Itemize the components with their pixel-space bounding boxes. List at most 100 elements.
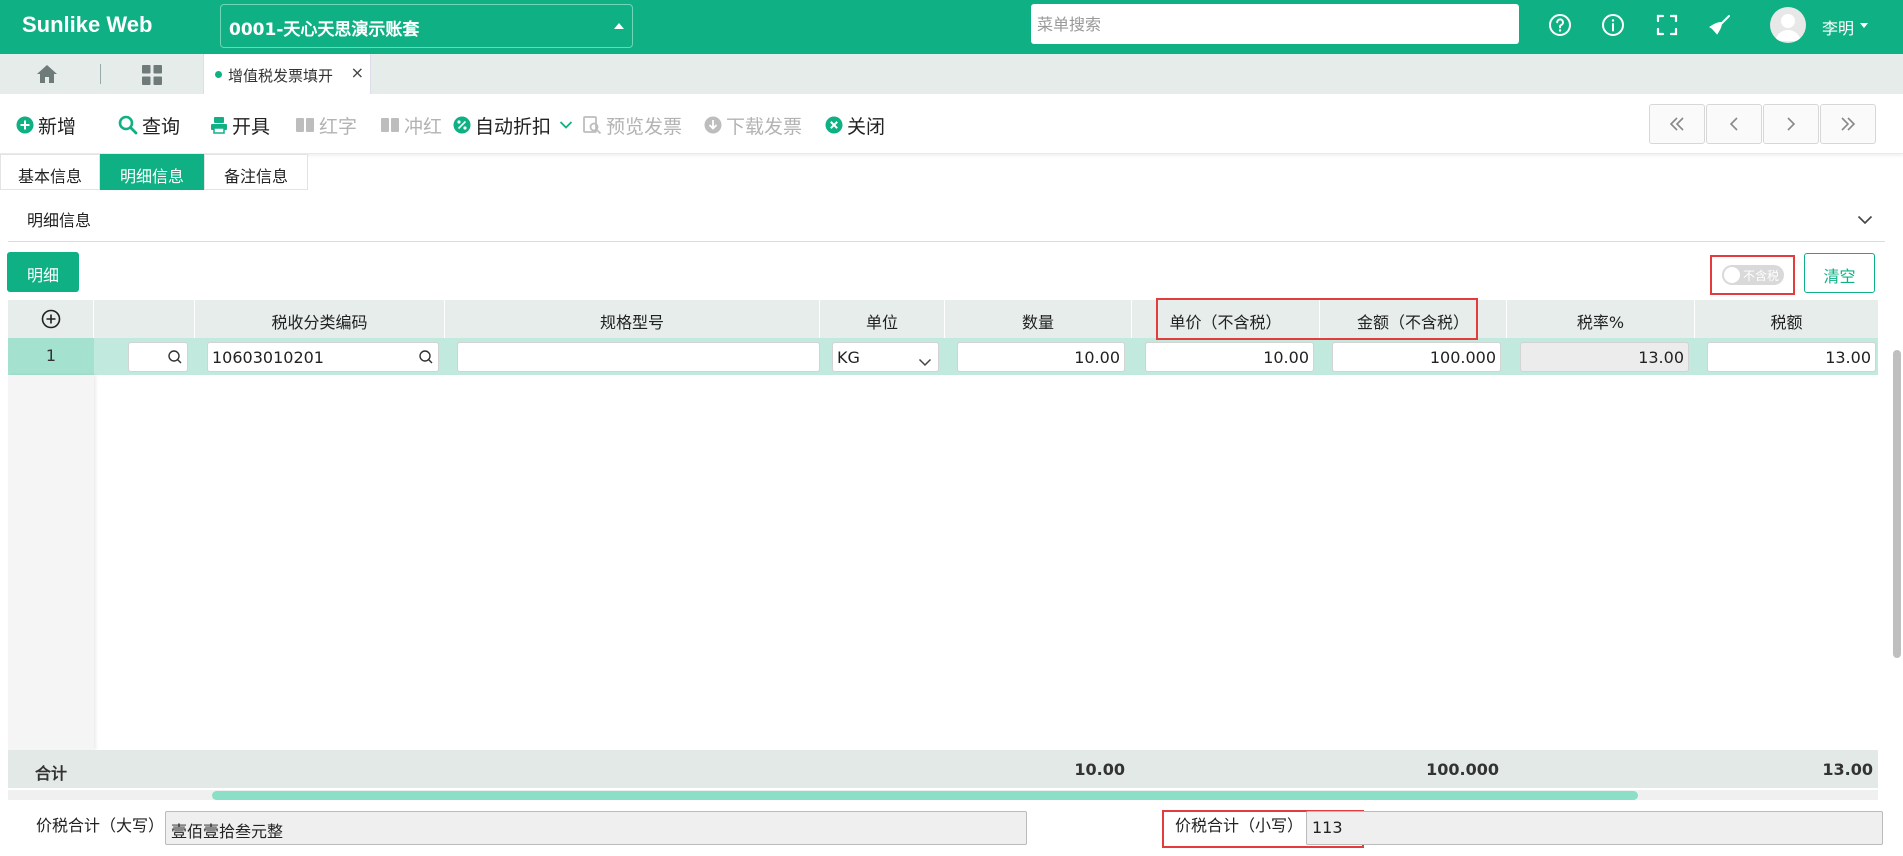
footer-label: 合计: [34, 764, 67, 783]
detail-grid: 税收分类编码 规格型号 单位 数量 单价（不含税） 金额（不含税） 税率% 税额…: [8, 300, 1878, 800]
tab-basic-info[interactable]: 基本信息: [0, 154, 100, 190]
download-invoice-label: 下载发票: [726, 115, 803, 138]
col-amount-header: 金额（不含税）: [1320, 300, 1507, 338]
account-selector[interactable]: 0001-天心天思演示账套: [220, 4, 633, 48]
last-record-button[interactable]: [1820, 104, 1876, 144]
col-price-header: 单价（不含税）: [1132, 300, 1320, 338]
footer-qty: 10.00: [1074, 760, 1125, 779]
tab-vat-invoice[interactable]: 增值税发票填开 ×: [203, 54, 371, 94]
unit-value: KG: [837, 348, 860, 367]
detail-section-header[interactable]: 明细信息: [8, 192, 1885, 242]
close-tab-icon[interactable]: ×: [351, 63, 364, 82]
new-button[interactable]: 新增: [16, 112, 76, 138]
issue-button[interactable]: 开具: [210, 112, 270, 138]
tax-exclusive-toggle-annotation: 不含税: [1710, 255, 1795, 295]
total-lower-label: 价税合计（小写）: [1175, 816, 1304, 835]
tax-exclusive-toggle[interactable]: 不含税: [1722, 265, 1784, 285]
footer-tax: 13.00: [1822, 760, 1873, 779]
col-unit-header: 单位: [820, 300, 945, 338]
tax-amount-field[interactable]: 13.00: [1707, 342, 1876, 372]
unit-price-field[interactable]: 10.00: [1145, 342, 1314, 372]
preview-icon: [582, 115, 602, 135]
user-avatar-icon[interactable]: [1770, 7, 1806, 43]
lookup-search-icon[interactable]: [167, 349, 183, 369]
col-qty-header: 数量: [945, 300, 1132, 338]
total-upper-field: 壹佰壹拾叁元整: [165, 811, 1027, 845]
apps-grid-icon[interactable]: [141, 64, 163, 90]
grid-footer: 合计 10.00 100.000 13.00: [8, 750, 1878, 788]
next-record-button[interactable]: [1763, 104, 1819, 144]
toggle-knob: [1724, 267, 1740, 283]
tab-bar: 增值税发票填开 ×: [0, 54, 1903, 94]
section-title: 明细信息: [27, 211, 92, 230]
vertical-scrollbar[interactable]: [1893, 350, 1901, 658]
close-label: 关闭: [847, 115, 886, 138]
grid-body: [8, 375, 1878, 751]
tax-code-search-icon[interactable]: [418, 349, 434, 369]
reverse-label: 冲红: [404, 115, 443, 138]
tab-divider: [100, 64, 101, 84]
preview-invoice-button[interactable]: 预览发票: [582, 112, 682, 138]
add-row-header: [8, 300, 94, 338]
broom-icon[interactable]: [1707, 12, 1733, 38]
reverse-button[interactable]: 冲红: [380, 112, 442, 138]
unit-chevron-down-icon: [918, 352, 932, 371]
tab-remark-info[interactable]: 备注信息: [204, 154, 308, 190]
app-brand: Sunlike Web: [22, 12, 153, 37]
new-label: 新增: [38, 115, 77, 138]
hidden-lookup-field[interactable]: [128, 342, 188, 372]
info-icon[interactable]: [1600, 12, 1626, 38]
add-row-icon[interactable]: [41, 309, 61, 333]
collapse-chevron-icon[interactable]: [1857, 210, 1873, 229]
amount-field[interactable]: 100.000: [1332, 342, 1501, 372]
issue-label: 开具: [232, 115, 271, 138]
row-number: 1: [8, 338, 94, 375]
detail-button[interactable]: 明细: [7, 252, 79, 292]
tax-code-field[interactable]: 10603010201: [207, 342, 439, 372]
download-invoice-button[interactable]: 下载发票: [704, 112, 802, 138]
grid-header: 税收分类编码 规格型号 单位 数量 单价（不含税） 金额（不含税） 税率% 税额: [8, 300, 1878, 338]
username[interactable]: 李明: [1822, 15, 1854, 39]
reverse-icon: [380, 116, 400, 134]
row-number-column: [8, 375, 94, 750]
clear-button[interactable]: 清空: [1804, 253, 1875, 293]
plus-circle-icon: [16, 116, 34, 134]
chevron-right-icon: [1787, 117, 1796, 131]
table-row[interactable]: 1 10603010201 KG 10.00 10.00 100.000 13.…: [8, 338, 1878, 375]
auto-discount-button[interactable]: 自动折扣: [453, 112, 577, 138]
home-icon[interactable]: [36, 64, 58, 88]
printer-icon: [210, 116, 228, 134]
tab-detail-info[interactable]: 明细信息: [100, 154, 204, 190]
tax-rate-field: 13.00: [1520, 342, 1689, 372]
preview-invoice-label: 预览发票: [606, 115, 683, 138]
query-label: 查询: [142, 115, 181, 138]
horizontal-scroll-thumb[interactable]: [212, 791, 1638, 800]
spec-field[interactable]: [457, 342, 820, 372]
toggle-label: 不含税: [1743, 269, 1780, 283]
prev-record-button[interactable]: [1706, 104, 1762, 144]
total-upper-label: 价税合计（大写）: [36, 816, 165, 835]
qty-field[interactable]: 10.00: [957, 342, 1125, 372]
menu-search-input[interactable]: [1031, 4, 1519, 44]
top-bar: Sunlike Web 0001-天心天思演示账套 李明: [0, 0, 1903, 54]
fullscreen-icon[interactable]: [1654, 12, 1680, 38]
double-chevron-left-icon: [1669, 117, 1684, 131]
red-invoice-icon: [295, 116, 315, 134]
help-icon[interactable]: [1547, 12, 1573, 38]
close-button[interactable]: 关闭: [825, 112, 885, 138]
download-icon: [704, 116, 722, 134]
col-tax-code-header: 税收分类编码: [195, 300, 445, 338]
col-tax-header: 税额: [1770, 313, 1803, 332]
first-record-button[interactable]: [1649, 104, 1705, 144]
double-chevron-right-icon: [1841, 117, 1856, 131]
unit-select[interactable]: KG: [832, 342, 939, 372]
red-invoice-button[interactable]: 红字: [295, 112, 357, 138]
user-menu-caret-icon[interactable]: [1860, 23, 1868, 28]
chevron-down-icon: [559, 120, 573, 130]
search-icon: [118, 115, 138, 135]
hidden-column-header: [94, 300, 195, 338]
discount-icon: [453, 116, 471, 134]
query-button[interactable]: 查询: [118, 112, 180, 138]
horizontal-scrollbar[interactable]: [8, 790, 1878, 800]
close-circle-icon: [825, 116, 843, 134]
